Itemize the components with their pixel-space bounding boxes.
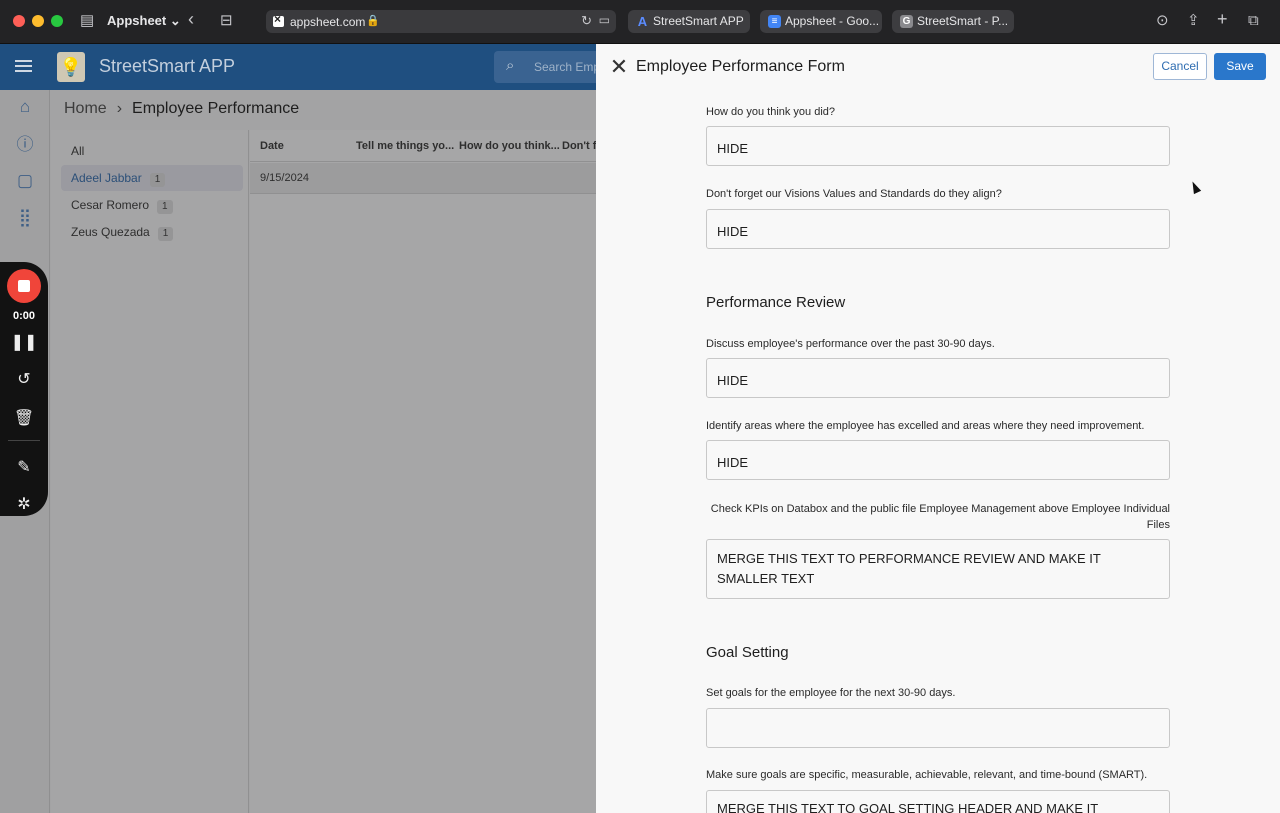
column-header-tell-me[interactable]: Tell me things yo... [356, 140, 454, 152]
form-title: Employee Performance Form [636, 58, 845, 75]
group-item-adeel-jabbar[interactable]: Adeel Jabbar 1 [61, 165, 243, 191]
close-icon[interactable]: ✕ [608, 56, 630, 78]
appsheet-logo-icon: A [637, 14, 648, 29]
q1-label: How do you think you did? [706, 106, 836, 118]
form-panel: ✕ Employee Performance Form Cancel Save … [596, 44, 1280, 813]
url-text: appsheet.com [290, 15, 366, 29]
browser-toolbar: ▤ Appsheet ⌄ ‹ ⊟ appsheet.com 🔒 ↻ ▭ A St… [0, 0, 1280, 44]
search-placeholder: Search Emp [534, 60, 596, 74]
chevron-right-icon: › [116, 100, 123, 117]
home-icon[interactable]: ⌂ [14, 96, 36, 118]
app-logo: 💡 [57, 52, 85, 82]
google-icon: G [900, 15, 913, 28]
reader-icon[interactable]: ▭ [599, 13, 610, 27]
screen-recorder-toolbar: 0:00 ❚❚ ↺ 🗑 ✎ ✲ [0, 262, 48, 516]
menu-icon[interactable] [15, 60, 32, 72]
breadcrumb: Home › Employee Performance [64, 100, 299, 118]
profile-switcher[interactable]: Appsheet ⌄ [107, 13, 181, 29]
apps-grid-icon[interactable]: ⣿ [14, 207, 36, 229]
magic-wand-icon[interactable]: ✲ [0, 494, 48, 514]
group-item-cesar-romero[interactable]: Cesar Romero 1 [61, 192, 243, 218]
goal-setting-header: Goal Setting [706, 644, 789, 661]
breadcrumb-home[interactable]: Home [64, 100, 107, 117]
pause-icon[interactable]: ❚❚ [0, 332, 48, 352]
back-icon[interactable]: ‹ [188, 9, 194, 29]
column-header-dont-forget[interactable]: Don't fo [562, 140, 596, 152]
pencil-icon[interactable]: ✎ [0, 457, 48, 477]
q2-label: Don't forget our Visions Values and Stan… [706, 188, 1002, 200]
info-icon[interactable]: ⓘ [14, 134, 36, 156]
q1-field[interactable]: HIDE [706, 126, 1170, 166]
q5-field[interactable]: MERGE THIS TEXT TO PERFORMANCE REVIEW AN… [706, 539, 1170, 599]
q7-label: Make sure goals are specific, measurable… [706, 769, 1148, 781]
group-item-zeus-quezada[interactable]: Zeus Quezada 1 [61, 219, 243, 245]
performance-review-header: Performance Review [706, 294, 846, 311]
cancel-button[interactable]: Cancel [1153, 53, 1207, 80]
q4-field[interactable]: HIDE [706, 440, 1170, 480]
count-badge: 1 [157, 227, 174, 241]
tab-streetsmart-app[interactable]: A StreetSmart APP [628, 10, 750, 33]
table-header: Date Tell me things yo... How do you thi… [250, 130, 596, 162]
breadcrumb-current: Employee Performance [132, 100, 300, 117]
share-icon[interactable]: ⇪ [1187, 11, 1200, 31]
trash-icon[interactable]: 🗑 [0, 408, 48, 428]
q6-field[interactable] [706, 708, 1170, 748]
recording-timer: 0:00 [12, 310, 36, 322]
q7-field[interactable]: MERGE THIS TEXT TO GOAL SETTING HEADER A… [706, 790, 1170, 813]
stop-recording-button[interactable] [7, 269, 41, 303]
close-window-button[interactable] [13, 15, 25, 27]
appsheet-app: 💡 StreetSmart APP ⌕ Search Emp ⌂ ⓘ ▢ ⣿ H… [0, 44, 596, 813]
column-header-how-do-you-think[interactable]: How do you think... [459, 140, 560, 152]
save-button[interactable]: Save [1214, 53, 1266, 80]
q2-field[interactable]: HIDE [706, 209, 1170, 249]
cell-date: 9/15/2024 [260, 172, 309, 184]
q3-field[interactable]: HIDE [706, 358, 1170, 398]
tab-appsheet-docs[interactable]: ≡ Appsheet - Goo... [760, 10, 882, 33]
reload-icon[interactable]: ↻ [581, 13, 592, 29]
data-table: Date Tell me things yo... How do you thi… [250, 130, 596, 813]
column-header-date[interactable]: Date [260, 140, 284, 152]
table-row[interactable]: 9/15/2024 [250, 163, 596, 194]
q6-label: Set goals for the employee for the next … [706, 687, 956, 699]
docs-icon: ≡ [768, 15, 781, 28]
site-favicon-icon [273, 12, 284, 27]
zoom-window-button[interactable] [51, 15, 63, 27]
app-header: 💡 StreetSmart APP ⌕ Search Emp [0, 44, 596, 90]
count-badge: 1 [149, 173, 166, 187]
address-bar[interactable]: appsheet.com 🔒 ↻ ▭ [266, 10, 616, 33]
new-tab-icon[interactable]: + [1217, 9, 1228, 29]
search-input[interactable]: ⌕ Search Emp [494, 51, 596, 83]
divider [8, 440, 40, 441]
group-list: All Adeel Jabbar 1 Cesar Romero 1 Zeus Que… [51, 130, 249, 813]
count-badge: 1 [157, 200, 173, 214]
tab-grid-icon[interactable]: ⧉ [1248, 11, 1259, 31]
restart-icon[interactable]: ↺ [0, 369, 48, 389]
tab-streetsmart-p[interactable]: G StreetSmart - P... [892, 10, 1014, 33]
group-item-all[interactable]: All [61, 138, 243, 164]
lock-icon: 🔒 [366, 15, 380, 27]
minimize-window-button[interactable] [32, 15, 44, 27]
form-header: ✕ Employee Performance Form Cancel Save [596, 44, 1280, 90]
feedback-icon[interactable]: ▢ [14, 170, 36, 192]
kpi-note: Check KPIs on Databox and the public fil… [710, 503, 1170, 531]
downloads-icon[interactable]: ⊙ [1156, 11, 1169, 31]
sidebar-toggle-icon[interactable]: ▤ [80, 11, 94, 31]
search-icon: ⌕ [506, 57, 515, 74]
tab-overview-icon[interactable]: ⊟ [220, 11, 233, 31]
q4-label: Identify areas where the employee has ex… [706, 420, 1145, 432]
app-title: StreetSmart APP [99, 56, 236, 76]
q3-label: Discuss employee's performance over the … [706, 338, 995, 350]
